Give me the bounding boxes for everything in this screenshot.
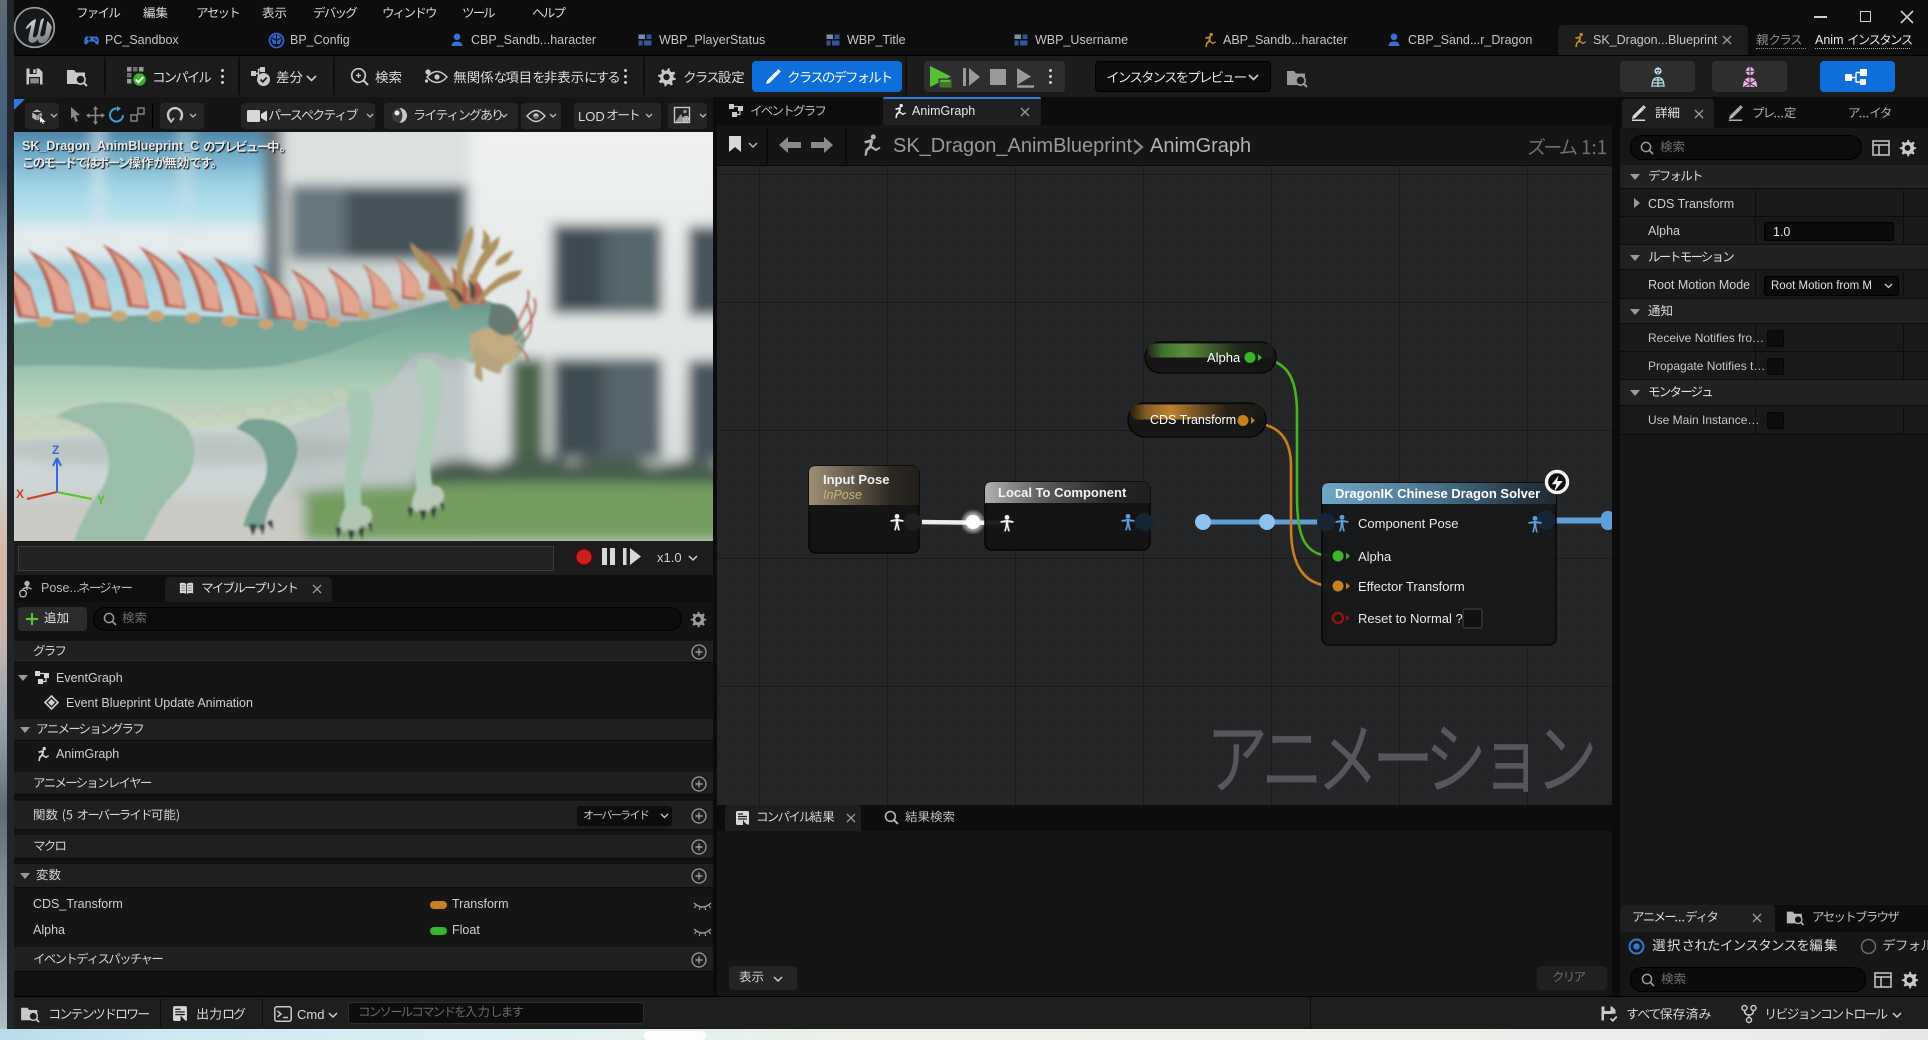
svg-text:CDS Transform: CDS Transform bbox=[1150, 413, 1236, 427]
svg-text:DragonIK Chinese Dragon Solver: DragonIK Chinese Dragon Solver bbox=[1335, 486, 1540, 501]
svg-text:Alpha: Alpha bbox=[1207, 350, 1241, 365]
svg-text:X: X bbox=[16, 487, 24, 501]
svg-text:Component Pose: Component Pose bbox=[1358, 516, 1458, 531]
svg-text:InPose: InPose bbox=[823, 488, 862, 502]
svg-text:Y: Y bbox=[97, 493, 105, 507]
svg-text:Input Pose: Input Pose bbox=[823, 472, 889, 487]
svg-text:Alpha: Alpha bbox=[1358, 549, 1392, 564]
svg-text:Z: Z bbox=[52, 443, 59, 457]
svg-text:Reset to Normal ?: Reset to Normal ? bbox=[1358, 611, 1463, 626]
svg-text:Local To Component: Local To Component bbox=[998, 485, 1127, 500]
svg-text:Effector Transform: Effector Transform bbox=[1358, 579, 1465, 594]
